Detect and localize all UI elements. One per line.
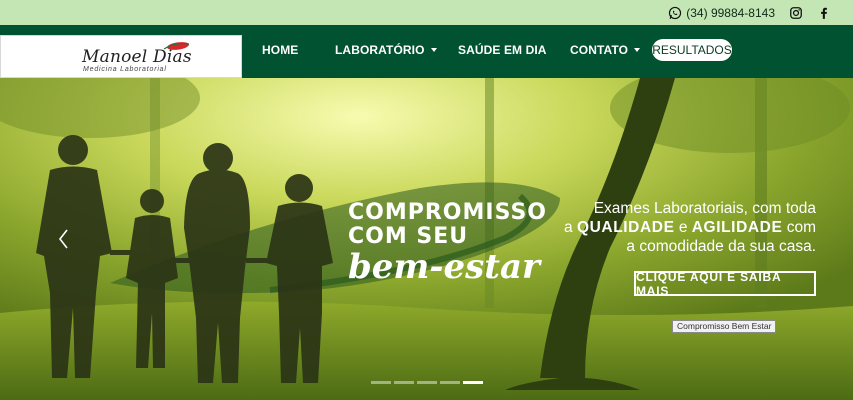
- tagline-line-3: a comodidade da sua casa.: [626, 238, 816, 255]
- nav-contato-label: CONTATO: [570, 43, 629, 57]
- logo-subtitle: Medicina Laboratorial: [83, 66, 167, 73]
- logo-name: Manoel Dias: [82, 47, 192, 67]
- hero-tagline: Exames Laboratoriais, com toda a QUALIDA…: [536, 199, 816, 256]
- main-navbar: Manoel Dias Medicina Laboratorial HOME L…: [0, 25, 853, 78]
- nav-saude-label: SAÚDE EM DIA: [458, 43, 547, 57]
- tagline-line-2: a QUALIDADE e AGILIDADE com: [536, 218, 816, 237]
- nav-home[interactable]: HOME: [262, 43, 298, 57]
- carousel-indicator-4[interactable]: [440, 381, 460, 384]
- phone-link[interactable]: (34) 99884-8143: [668, 6, 775, 20]
- nav-saude-em-dia[interactable]: SAÚDE EM DIA: [458, 43, 547, 57]
- chevron-left-icon[interactable]: [56, 228, 72, 250]
- saiba-mais-button[interactable]: CLIQUE AQUI E SAIBA MAIS: [634, 269, 816, 298]
- top-bar: (34) 99884-8143: [0, 0, 853, 25]
- instagram-icon[interactable]: [789, 6, 803, 20]
- tagline-a: a: [564, 219, 577, 236]
- contact-bar: (34) 99884-8143: [668, 0, 831, 25]
- headline-line-2: COM SEU: [348, 224, 469, 249]
- nav-contato[interactable]: CONTATO: [570, 43, 641, 57]
- headline-line-1: COMPROMISSO: [348, 200, 547, 225]
- phone-number: (34) 99884-8143: [686, 5, 775, 20]
- carousel-indicators: [371, 381, 483, 384]
- tagline-line-1: Exames Laboratoriais, com toda: [593, 200, 816, 217]
- carousel-indicator-2[interactable]: [394, 381, 414, 384]
- nav-laboratorio[interactable]: LABORATÓRIO: [335, 43, 437, 57]
- nav-home-label: HOME: [262, 43, 299, 57]
- logo[interactable]: Manoel Dias Medicina Laboratorial: [0, 35, 242, 78]
- saiba-mais-label: CLIQUE AQUI E SAIBA MAIS: [636, 269, 781, 298]
- nav-laboratorio-label: LABORATÓRIO: [335, 43, 425, 57]
- tagline-agilidade: AGILIDADE: [691, 219, 783, 236]
- whatsapp-icon: [669, 6, 682, 19]
- resultados-label: RESULTADOS: [652, 43, 732, 57]
- tagline-com: com: [782, 219, 816, 236]
- hero-carousel: COMPROMISSO COM SEU bem-estar Exames Lab…: [0, 78, 853, 400]
- hero-headline: COMPROMISSO COM SEU bem-estar: [348, 200, 547, 287]
- carousel-indicator-5[interactable]: [463, 381, 483, 384]
- carousel-indicator-1[interactable]: [371, 381, 391, 384]
- chevron-down-icon: [430, 47, 437, 52]
- headline-line-3: bem-estar: [348, 247, 540, 287]
- slide-tooltip: Compromisso Bem Estar: [672, 320, 777, 333]
- carousel-indicator-3[interactable]: [417, 381, 437, 384]
- chevron-down-icon: [634, 47, 641, 52]
- tagline-e: e: [674, 219, 692, 236]
- facebook-icon[interactable]: [817, 6, 831, 20]
- resultados-button[interactable]: RESULTADOS: [652, 39, 732, 61]
- tagline-qualidade: QUALIDADE: [576, 219, 675, 236]
